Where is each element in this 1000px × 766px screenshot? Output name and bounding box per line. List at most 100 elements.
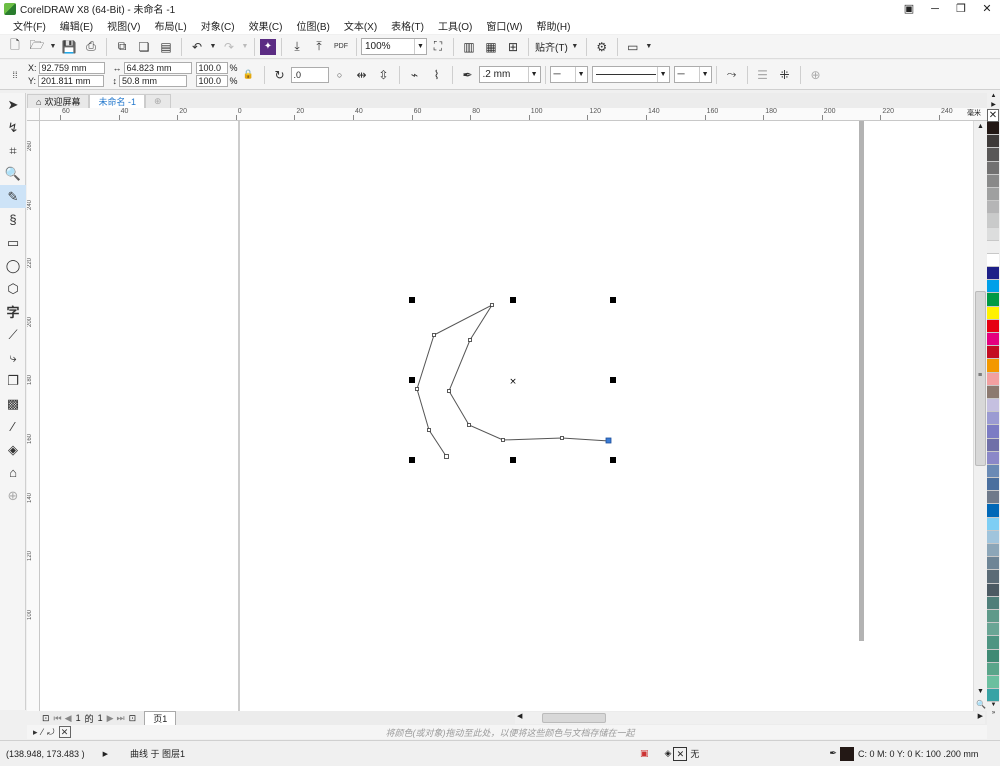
color-swatch[interactable]	[987, 425, 999, 439]
palette-scroll-down-icon[interactable]: ▼	[987, 702, 1000, 710]
application-launcher-icon[interactable]: ▭	[623, 37, 643, 57]
ellipse-tool-icon[interactable]: ◯	[0, 254, 26, 277]
fill-icon[interactable]: ◈	[664, 748, 671, 759]
height-field[interactable]: 50.8 mm	[119, 75, 188, 87]
curve-node[interactable]	[444, 454, 449, 459]
handle-bottom-left[interactable]	[409, 457, 415, 463]
curve-node[interactable]	[447, 389, 451, 393]
freehand-tool-icon[interactable]: ✎	[0, 185, 26, 208]
close-button[interactable]: ✕	[974, 0, 1000, 17]
curve-node[interactable]	[432, 333, 436, 337]
selection-mode-icon[interactable]: ⁜	[775, 65, 795, 85]
copy-icon[interactable]: ❏	[134, 37, 154, 57]
save-icon[interactable]: 💾	[59, 37, 79, 57]
curve-node[interactable]	[490, 303, 494, 307]
color-swatch[interactable]	[987, 319, 999, 333]
first-page-icon[interactable]: ⏮	[54, 713, 62, 724]
ruler-origin[interactable]	[27, 108, 40, 121]
color-swatch[interactable]	[987, 544, 999, 558]
menu-edit[interactable]: 编辑(E)	[53, 18, 100, 33]
launcher-dropdown-icon[interactable]: ▼	[645, 37, 653, 57]
polygon-tool-icon[interactable]: ⬡	[0, 277, 26, 300]
rotation-angle-field[interactable]: .0	[290, 66, 329, 83]
doc-palette-add-icon[interactable]: ⤾	[47, 727, 55, 738]
object-origin-icon[interactable]: ⁞⁞	[5, 65, 25, 85]
scale-x-field[interactable]: 100.0	[195, 62, 228, 74]
curve-node[interactable]	[501, 438, 505, 442]
menu-effects[interactable]: 效果(C)	[242, 18, 290, 33]
menu-help[interactable]: 帮助(H)	[530, 18, 578, 33]
pick-tool-icon[interactable]: ➤	[0, 93, 26, 116]
outline-width-combo[interactable]: .2 mm ▼	[478, 66, 541, 83]
chevron-down-icon[interactable]: ▼	[414, 39, 426, 54]
menu-window[interactable]: 窗口(W)	[479, 18, 529, 33]
status-expand-icon[interactable]: ▶	[103, 750, 108, 758]
add-icon[interactable]: ⊕	[806, 65, 826, 85]
transparency-tool-icon[interactable]: ▩	[0, 392, 26, 415]
color-swatch[interactable]	[987, 293, 999, 307]
undo-icon[interactable]: ↶	[187, 37, 207, 57]
crop-tool-icon[interactable]: ⌗	[0, 139, 26, 162]
scroll-right-icon[interactable]: ▶	[978, 712, 983, 720]
options-gear-icon[interactable]: ⚙	[592, 37, 612, 57]
scale-y-field[interactable]: 100.0	[195, 75, 228, 87]
color-swatch[interactable]	[987, 557, 999, 571]
lock-ratio-icon[interactable]: 🔒	[239, 65, 259, 85]
user-icon[interactable]: ▣	[896, 0, 922, 17]
show-grid-icon[interactable]: ▦	[481, 37, 501, 57]
menu-text[interactable]: 文本(X)	[337, 18, 384, 33]
publish-pdf-icon[interactable]: PDF	[331, 37, 351, 57]
chevron-down-icon[interactable]: ▼	[656, 67, 669, 82]
menu-bitmaps[interactable]: 位图(B)	[289, 18, 336, 33]
color-swatch[interactable]	[987, 623, 999, 637]
color-swatch[interactable]	[987, 135, 999, 149]
zoom-tool-icon[interactable]: 🔍	[0, 162, 26, 185]
color-swatch[interactable]	[987, 412, 999, 426]
curve-node[interactable]	[467, 423, 471, 427]
color-swatch[interactable]	[987, 148, 999, 162]
x-position-field[interactable]: 92.759 mm	[38, 62, 105, 74]
tab-document[interactable]: 未命名 -1	[89, 94, 145, 108]
last-page-icon[interactable]: ⏭	[117, 713, 125, 724]
color-swatch[interactable]	[987, 491, 999, 505]
color-swatch[interactable]	[987, 662, 999, 676]
eyedropper-icon[interactable]: ⁄	[0, 415, 26, 438]
handle-top-right[interactable]	[610, 297, 616, 303]
tab-welcome-screen[interactable]: ⌂ 欢迎屏幕	[27, 94, 90, 108]
reduce-nodes-icon[interactable]: ⌇	[427, 65, 447, 85]
start-arrowhead-combo[interactable]: ─ ▼	[549, 66, 588, 83]
minimize-button[interactable]: ─	[922, 0, 948, 17]
palette-menu-icon[interactable]: ▶	[987, 101, 1000, 109]
new-document-icon[interactable]: 🗋	[5, 37, 25, 57]
snap-dropdown-icon[interactable]: ▼	[569, 37, 581, 57]
snap-to-label[interactable]: 贴齐(T)	[535, 39, 568, 54]
color-swatch[interactable]	[987, 464, 999, 479]
page-tab[interactable]: 页1	[144, 710, 177, 726]
chevron-down-icon[interactable]: ▼	[527, 67, 540, 82]
outline-pen-icon[interactable]: ✒	[458, 65, 478, 85]
color-swatch[interactable]	[987, 201, 999, 215]
color-swatch[interactable]	[987, 306, 999, 320]
width-field[interactable]: 64.823 mm	[123, 62, 192, 74]
doc-palette-none-swatch[interactable]: ✕	[58, 726, 71, 738]
chevron-down-icon[interactable]: ▼	[698, 67, 711, 82]
mirror-horizontal-icon[interactable]: ⇹	[352, 65, 372, 85]
current-page[interactable]: 1	[76, 713, 81, 723]
handle-middle-left[interactable]	[409, 377, 415, 383]
color-swatch[interactable]	[987, 451, 999, 465]
artistic-media-icon[interactable]: §	[0, 208, 26, 231]
color-swatch[interactable]	[987, 161, 999, 175]
color-swatch[interactable]	[987, 253, 999, 268]
menu-object[interactable]: 对象(C)	[194, 18, 242, 33]
add-page-icon[interactable]: ⊡	[129, 713, 137, 724]
show-guidelines-icon[interactable]: ⊞	[503, 37, 523, 57]
outline-pen-icon[interactable]: ✒	[829, 748, 837, 759]
add-tool-icon[interactable]: ⊕	[0, 484, 26, 507]
previous-page-icon[interactable]: ◀	[65, 713, 72, 724]
menu-file[interactable]: 文件(F)	[6, 18, 53, 33]
restore-button[interactable]: ❐	[948, 0, 974, 17]
color-swatch[interactable]	[987, 280, 999, 294]
y-position-field[interactable]: 201.811 mm	[38, 75, 105, 87]
color-swatch[interactable]	[987, 689, 999, 703]
new-tab-button[interactable]: ⊕	[144, 94, 171, 108]
